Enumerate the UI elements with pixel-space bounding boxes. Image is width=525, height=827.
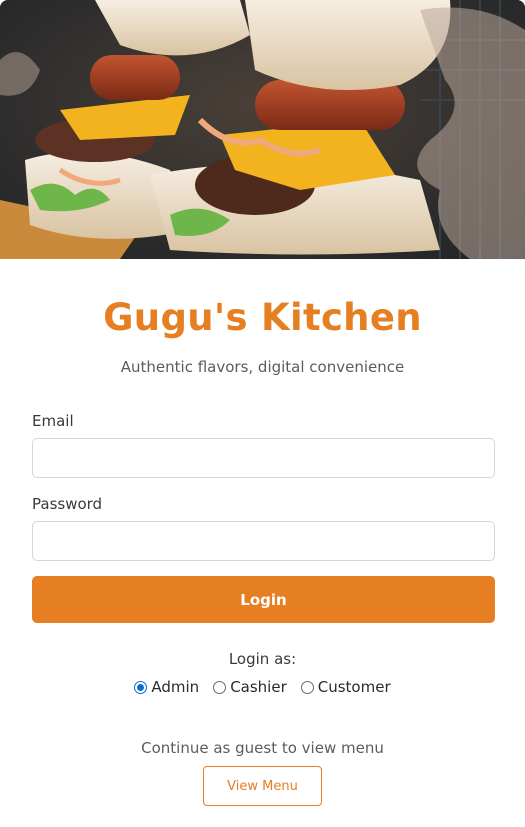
role-option-customer[interactable]: Customer: [300, 678, 391, 696]
admin-radio-label: Admin: [151, 678, 200, 696]
password-label: Password: [32, 495, 103, 513]
login-as-label: Login as:: [228, 650, 297, 668]
email-field[interactable]: [32, 438, 495, 478]
role-option-admin[interactable]: Admin: [134, 678, 199, 696]
guest-prompt: Continue as guest to view menu: [141, 739, 384, 757]
login-button[interactable]: Login: [32, 576, 495, 623]
admin-radio[interactable]: [134, 680, 148, 694]
brand-title: Gugu's Kitchen: [103, 296, 422, 339]
cashier-radio[interactable]: [213, 680, 227, 694]
login-card: Gugu's Kitchen Authentic flavors, digita…: [0, 0, 525, 827]
view-menu-button[interactable]: View Menu: [203, 766, 322, 806]
brand-subtitle: Authentic flavors, digital convenience: [120, 358, 405, 376]
customer-radio-label: Customer: [317, 678, 391, 696]
login-content: Gugu's Kitchen Authentic flavors, digita…: [0, 295, 525, 806]
password-field[interactable]: [32, 521, 495, 561]
email-label: Email: [32, 412, 74, 430]
hero-burger-photo: [0, 0, 525, 259]
role-radio-group: Admin Cashier Customer: [32, 678, 493, 696]
customer-radio[interactable]: [300, 680, 314, 694]
burger-photo-icon: [0, 0, 525, 259]
cashier-radio-label: Cashier: [230, 678, 287, 696]
role-option-cashier[interactable]: Cashier: [213, 678, 287, 696]
